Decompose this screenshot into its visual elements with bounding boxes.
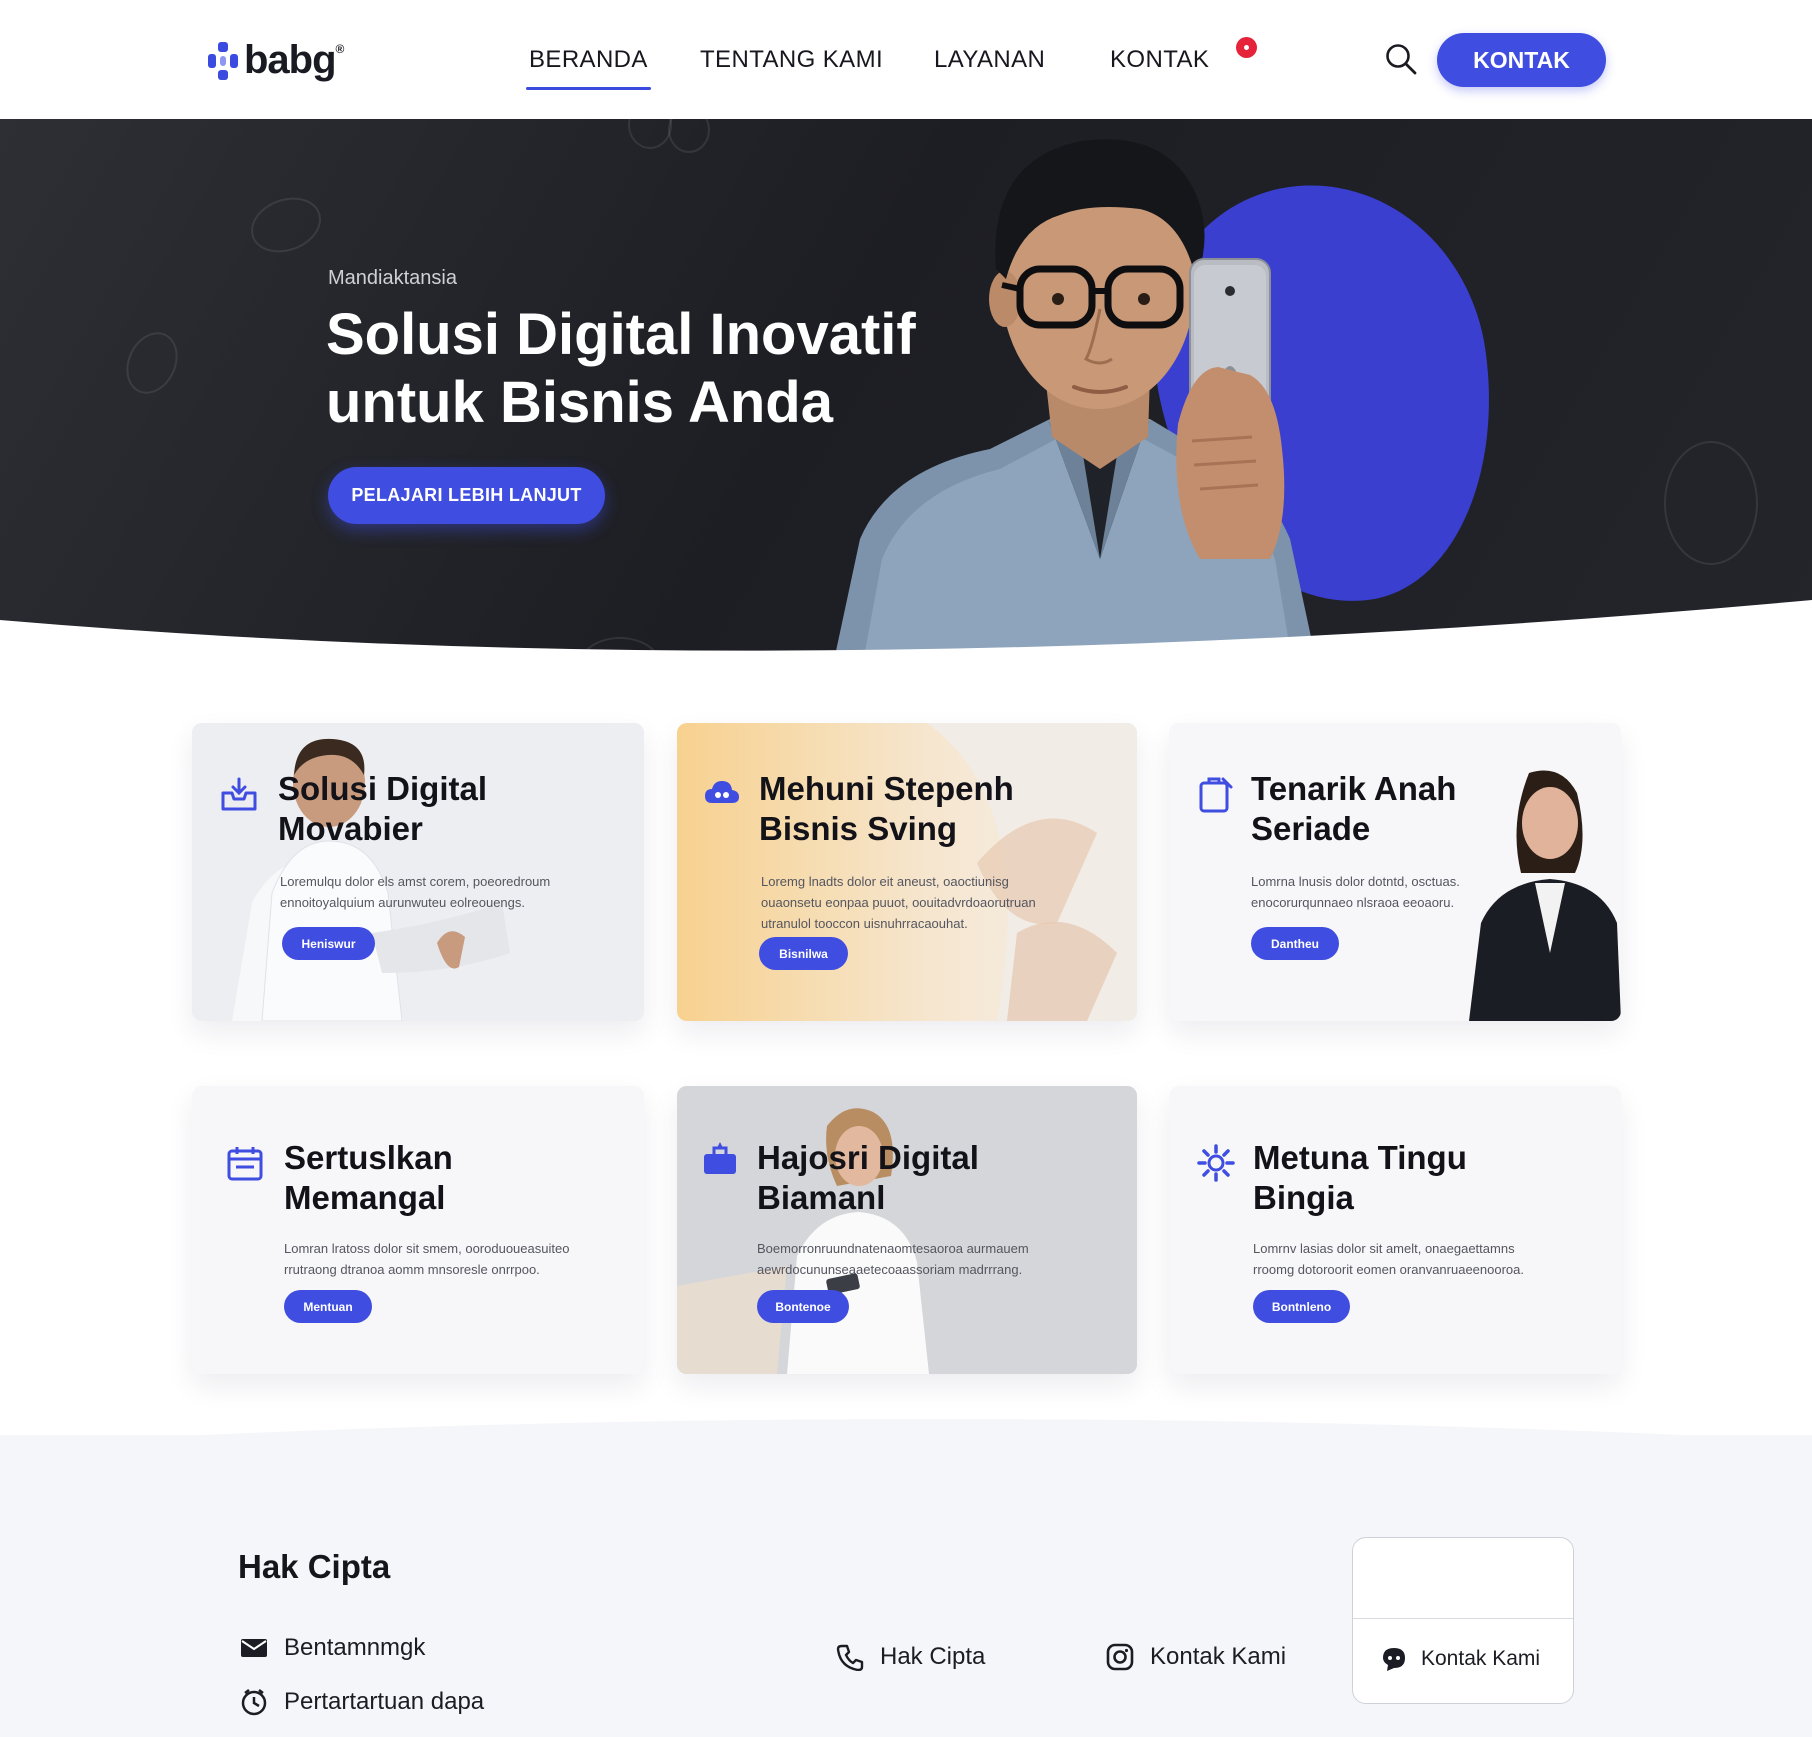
card-description: Boemorronruundnatenaomtesaoroa aurmauem … xyxy=(757,1241,1029,1277)
search-icon[interactable] xyxy=(1384,42,1418,76)
nav-beranda[interactable]: BERANDA xyxy=(526,46,651,90)
card-title: Mehuni Stepenh Bisnis Sving xyxy=(759,770,1014,847)
footer-title: Hak Cipta xyxy=(238,1548,391,1585)
instagram-icon xyxy=(1106,1643,1134,1671)
card-description: Lomrnv lasias dolor sit amelt, onaegaett… xyxy=(1253,1241,1525,1277)
brand-name: babg® xyxy=(244,38,344,82)
divider xyxy=(1353,1618,1573,1619)
card-description: Loremulqu dolor els amst corem, poeoredr… xyxy=(280,874,551,910)
contact-card-row[interactable]: Kontak Kami xyxy=(1381,1646,1540,1672)
decor-ring xyxy=(243,188,329,262)
navbar: babg® BERANDA TENTANG KAMI LAYANAN KONTA… xyxy=(0,0,1812,119)
card-button[interactable]: Heniswur xyxy=(282,927,375,960)
hero-wave-divider xyxy=(0,600,1812,690)
notification-badge xyxy=(1236,37,1257,58)
briefcase-icon xyxy=(704,1142,736,1174)
footer-link[interactable]: Bentamnmgk xyxy=(240,1634,425,1662)
card-title: Metuna Tingu Bingia xyxy=(1253,1139,1467,1216)
cloud-icon xyxy=(705,781,739,803)
hero-title: Solusi Digital Inovatif untuk Bisnis And… xyxy=(326,302,916,435)
gear-icon xyxy=(1197,1144,1235,1182)
footer-phone-link[interactable]: Hak Cipta xyxy=(836,1643,985,1671)
logo-mark-icon xyxy=(208,41,238,80)
nav-tentang-kami[interactable]: TENTANG KAMI xyxy=(700,46,883,74)
footer-link[interactable]: Pertartartuan dapa xyxy=(240,1688,484,1716)
card-description: Loremg lnadts dolor eit aneust, oaoctiun… xyxy=(761,874,1036,931)
card-description: Lomran lratoss dolor sit smem, ooroduoue… xyxy=(284,1241,570,1277)
footer-instagram-label: Kontak Kami xyxy=(1150,1643,1287,1670)
contact-button[interactable]: KONTAK xyxy=(1437,33,1606,87)
service-card[interactable]: Sertuslkan Memangal Lomran lratoss dolor … xyxy=(192,1086,644,1374)
inbox-icon xyxy=(221,777,257,811)
card-title: Tenarik Anah Seriade xyxy=(1251,770,1457,847)
service-card[interactable]: Metuna Tingu Bingia Lomrnv lasias dolor s… xyxy=(1169,1086,1621,1374)
contact-card-label: Kontak Kami xyxy=(1421,1647,1541,1670)
mail-icon xyxy=(241,1639,267,1657)
service-card[interactable]: Tenarik Anah Seriade Lomrna lnusis dolor … xyxy=(1169,723,1621,1021)
footer-link-label: Bentamnmgk xyxy=(284,1634,426,1661)
chat-icon xyxy=(1383,1648,1405,1671)
decor-ring xyxy=(668,119,710,153)
card-button[interactable]: Bontenoe xyxy=(757,1290,849,1323)
decor-ring xyxy=(116,323,188,403)
decor-ring xyxy=(1664,441,1758,565)
card-title: Sertuslkan Memangal xyxy=(284,1139,453,1216)
nav-kontak[interactable]: KONTAK xyxy=(1110,46,1209,74)
phone-icon xyxy=(836,1644,864,1671)
contact-card[interactable]: Kontak Kami xyxy=(1352,1537,1574,1704)
card-button[interactable]: Mentuan xyxy=(284,1290,372,1323)
nav-layanan[interactable]: LAYANAN xyxy=(934,46,1045,74)
clock-icon xyxy=(241,1689,267,1716)
service-card[interactable]: Hajosri Digital Biamanl Boemorronruundnat… xyxy=(677,1086,1137,1374)
card-button[interactable]: Bisnilwa xyxy=(759,937,848,970)
clipboard-icon xyxy=(1199,777,1233,813)
brand-logo[interactable]: babg® xyxy=(208,38,344,83)
calendar-icon xyxy=(227,1147,263,1181)
card-description: Lomrna lnusis dolor dotntd, osctuas. eno… xyxy=(1251,874,1460,910)
hero-section: Mandiaktansia Solusi Digital Inovatif un… xyxy=(0,119,1812,679)
footer-instagram-link[interactable]: Kontak Kami xyxy=(1106,1643,1286,1671)
footer-phone-label: Hak Cipta xyxy=(880,1643,986,1670)
service-card[interactable]: Mehuni Stepenh Bisnis Sving Loremg lnadts… xyxy=(677,723,1137,1021)
card-button[interactable]: Dantheu xyxy=(1251,927,1339,960)
card-title: Hajosri Digital Biamanl xyxy=(757,1139,979,1216)
learn-more-button[interactable]: PELAJARI LEBIH LANJUT xyxy=(328,467,605,524)
service-card[interactable]: Solusi Digital Movabier Loremulqu dolor e… xyxy=(192,723,644,1021)
card-button[interactable]: Bontnleno xyxy=(1253,1290,1350,1323)
footer-link-label: Pertartartuan dapa xyxy=(284,1688,485,1715)
hero-kicker: Mandiaktansia xyxy=(328,267,457,289)
decor-ring xyxy=(628,119,672,149)
card-title: Solusi Digital Movabier xyxy=(278,770,488,847)
card-photo-woman-phone xyxy=(677,1086,1137,1374)
